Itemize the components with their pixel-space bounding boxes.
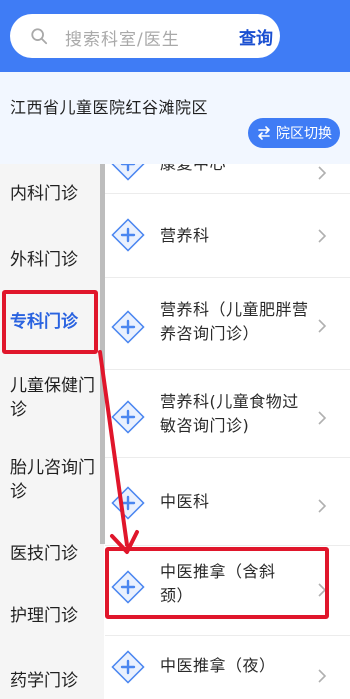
chevron-right-icon: [318, 669, 327, 683]
department-cross-icon: [111, 310, 145, 344]
list-item[interactable]: 营养科(儿童食物过敏咨询门诊): [105, 370, 350, 458]
list-item[interactable]: 营养科: [105, 194, 350, 278]
campus-switch-label: 院区切换: [276, 126, 332, 142]
sidebar-item-medical-tech[interactable]: 医技门诊: [0, 542, 100, 566]
chevron-right-icon: [318, 166, 327, 180]
list-item[interactable]: 中医科: [105, 458, 350, 546]
hospital-name: 江西省儿童医院红谷滩院区: [10, 98, 209, 117]
chevron-right-icon: [318, 411, 327, 425]
search-placeholder: 搜索科室/医生: [65, 30, 180, 50]
department-label: 营养科（儿童肥胖营养咨询门诊）: [160, 300, 309, 343]
campus-switch-button[interactable]: 院区切换: [248, 118, 340, 148]
sidebar-item-child-care[interactable]: 儿童保健门诊: [0, 374, 96, 422]
sidebar-item-surgery[interactable]: 外科门诊: [0, 248, 100, 272]
department-label: 营养科: [160, 226, 210, 245]
sidebar-item-fetal-consult[interactable]: 胎儿咨询门诊: [0, 456, 96, 504]
department-cross-icon: [111, 650, 145, 684]
highlight-box-tuina: [105, 547, 329, 619]
department-label: 营养科(儿童食物过敏咨询门诊): [160, 392, 299, 435]
department-label: 中医科: [160, 492, 210, 511]
department-cross-icon: [111, 486, 145, 520]
department-cross-icon: [111, 400, 145, 434]
chevron-right-icon: [318, 319, 327, 333]
department-label: 康复中心: [160, 164, 310, 176]
top-bar: 搜索科室/医生 查询: [0, 0, 350, 72]
list-item[interactable]: 营养科（儿童肥胖营养咨询门诊）: [105, 278, 350, 370]
highlight-box-specialty: [2, 290, 98, 354]
swap-icon: [258, 126, 270, 140]
search-button[interactable]: 查询: [232, 16, 280, 56]
sidebar-item-pharmacy[interactable]: 药学门诊: [0, 669, 100, 693]
list-item[interactable]: 康复中心: [105, 164, 350, 194]
category-sidebar: 内科门诊 外科门诊 专科门诊 儿童保健门诊 胎儿咨询门诊 医技门诊 护理门诊 药…: [0, 164, 104, 699]
sidebar-item-nursing[interactable]: 护理门诊: [0, 604, 100, 628]
list-item[interactable]: 中医推拿（夜）: [105, 636, 350, 699]
chevron-right-icon: [318, 229, 327, 243]
department-cross-icon: [111, 218, 145, 252]
department-cross-icon: [111, 164, 145, 181]
chevron-right-icon: [318, 499, 327, 513]
search-icon: [31, 28, 48, 45]
department-label: 中医推拿（夜）: [160, 656, 276, 675]
sidebar-item-internal[interactable]: 内科门诊: [0, 182, 100, 206]
